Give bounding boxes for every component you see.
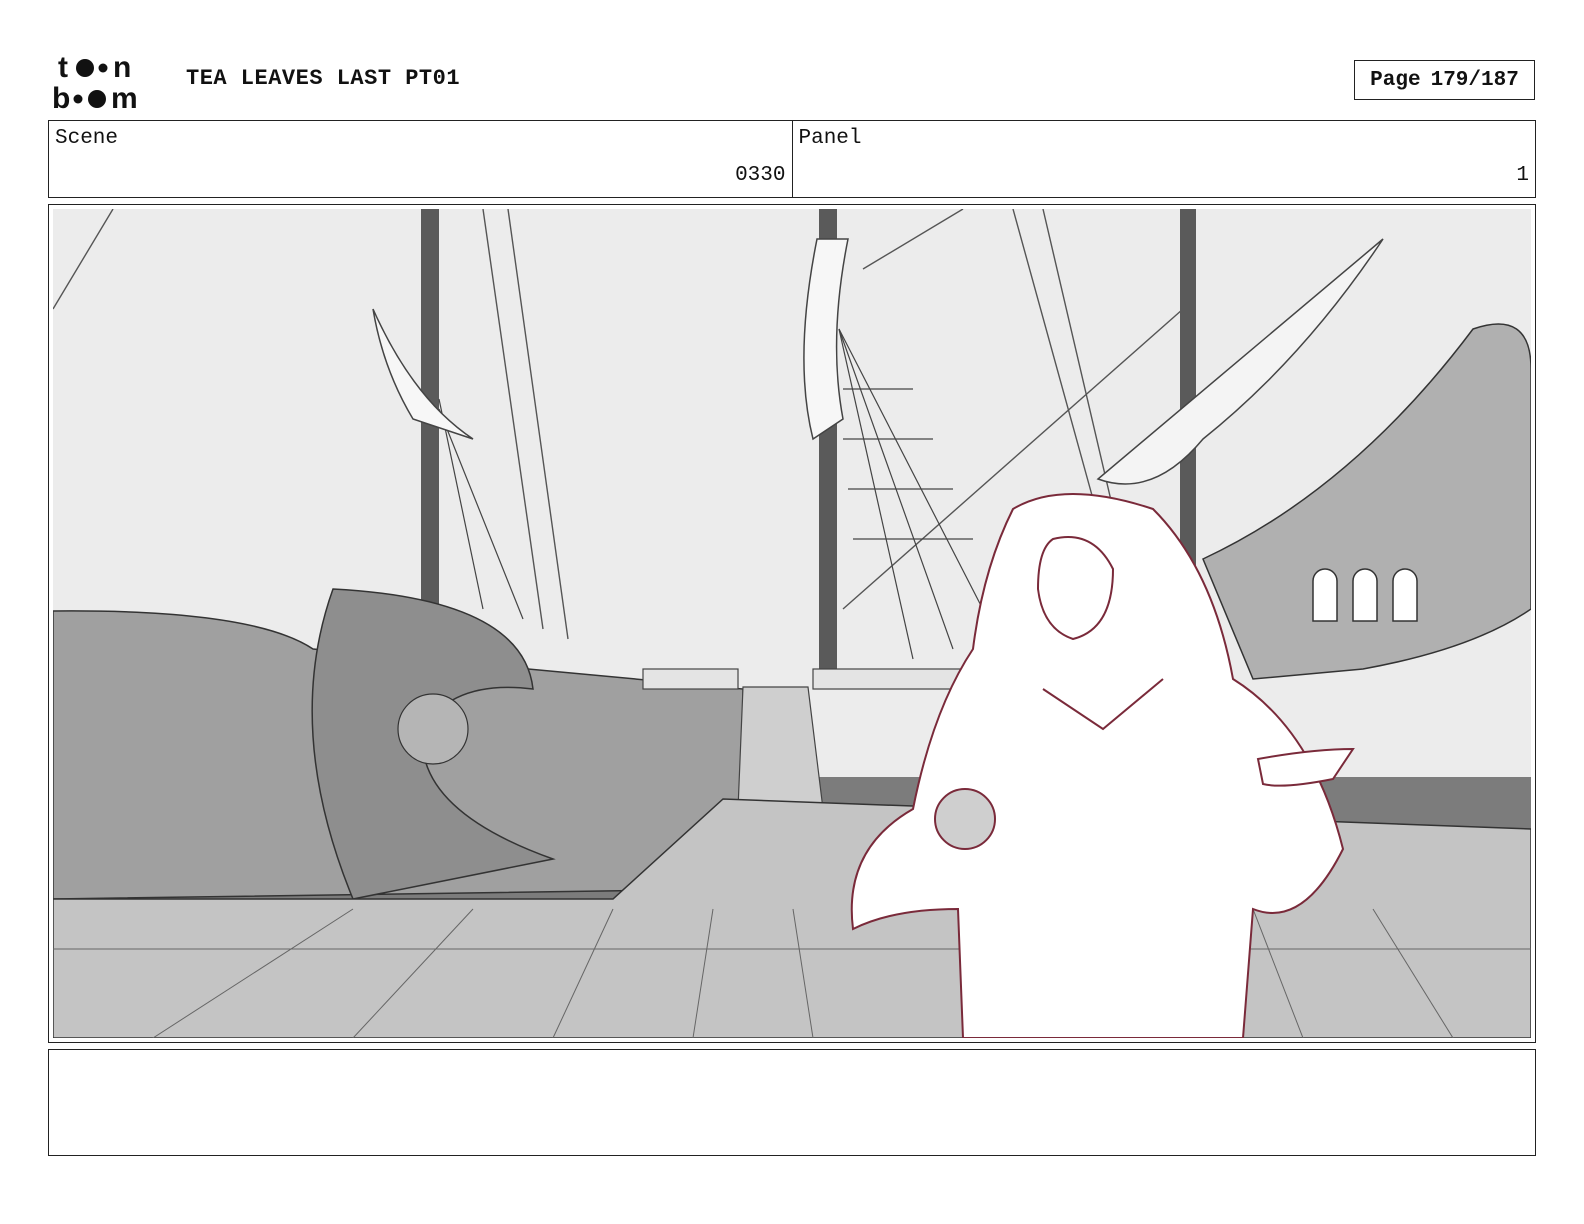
svg-text:t: t [58,51,68,84]
project-title: TEA LEAVES LAST PT01 [186,66,461,91]
notes-box [48,1049,1536,1156]
toonboom-logo: t n b m toon boom [50,50,165,112]
panel-cell: Panel 1 [791,121,1536,197]
scene-panel-row: Scene 0330 Panel 1 [48,120,1536,198]
svg-text:n: n [113,51,131,84]
storyboard-frame [48,204,1536,1043]
scene-cell: Scene 0330 [49,121,792,197]
toonboom-logo-graphic: t n b m [52,51,138,112]
panel-number: 1 [1516,164,1529,187]
stern-windows [1312,568,1418,622]
carved-medallion [397,693,469,765]
gangway [737,686,824,810]
storyboard-drawing [53,209,1531,1038]
page-number: 179/187 [1430,68,1519,92]
scene-label: Scene [55,127,119,150]
mast-right [1180,209,1196,579]
svg-text:b: b [52,82,70,112]
page-label: Page [1370,68,1421,92]
railing-left [642,668,739,690]
svg-text:m: m [111,82,138,112]
panel-label: Panel [798,127,862,150]
scene-number: 0330 [735,164,786,187]
page-indicator: Page 179/187 [1354,60,1535,100]
